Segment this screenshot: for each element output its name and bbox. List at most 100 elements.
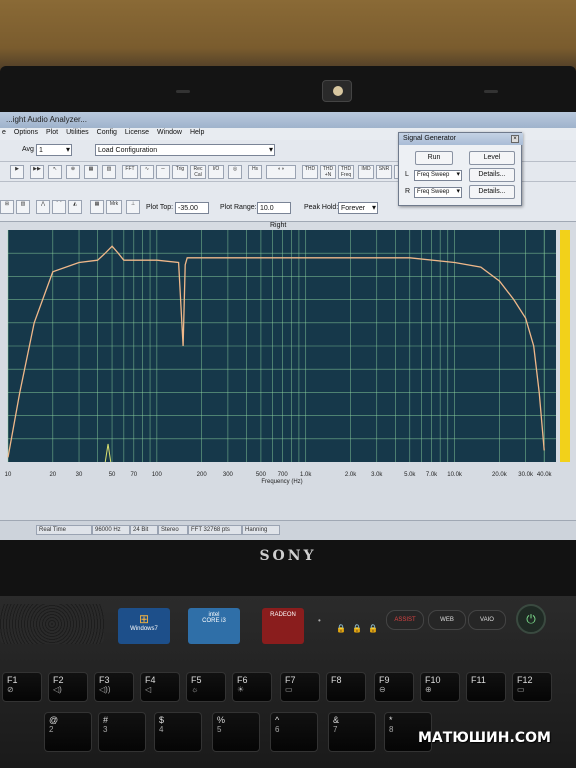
assist-button[interactable]: ASSIST (386, 610, 424, 630)
right-details-button[interactable]: Details... (469, 185, 515, 199)
menu-item-utilities[interactable]: Utilities (66, 129, 89, 139)
zoom-icon[interactable]: ⊕ (66, 165, 80, 179)
menu-item-help[interactable]: Help (190, 129, 204, 139)
zoom-out-icon: ⊖ (379, 685, 386, 694)
key-f8[interactable]: F8 (326, 672, 366, 702)
forward-icon[interactable]: ▶▶ (30, 165, 44, 179)
bars-icon[interactable]: ▥ (102, 165, 116, 179)
io-button[interactable]: I/O (208, 165, 224, 179)
thd-freq-button[interactable]: THD Freq (338, 165, 354, 179)
key-f7[interactable]: F7 ▭ (280, 672, 320, 702)
menu-item[interactable]: e (2, 129, 6, 139)
key-label: F11 (471, 675, 486, 685)
x-tick-label: 500 (256, 472, 267, 478)
x-tick-label: 50 (109, 472, 116, 478)
speaker-grille (0, 604, 104, 644)
mrk-button[interactable]: Mrk (106, 200, 122, 214)
key-label: 2 (49, 725, 54, 734)
trig-button[interactable]: Trig (172, 165, 188, 179)
x-tick-label: 10.0k (447, 472, 463, 478)
plot-range-input[interactable]: 10.0 (257, 202, 291, 214)
spectrum-plot[interactable]: 10 20 30 50 70 100 200 300 500 700 1.0k 2.0k 3.0k 5.0… (0, 230, 576, 520)
key-f2[interactable]: F2 ◁) (48, 672, 88, 702)
config-select[interactable]: Load Configuration (95, 144, 275, 156)
thd-button[interactable]: THD (302, 165, 318, 179)
thd-n-button[interactable]: THD +N (320, 165, 336, 179)
status-bar: Real Time 96000 Hz 24 Bit Stereo FFT 327… (0, 520, 576, 540)
key-f12[interactable]: F12 ▭ (512, 672, 552, 702)
cursor-icon[interactable]: ↖ (48, 165, 62, 179)
grid-icon[interactable]: ▦ (84, 165, 98, 179)
key-5[interactable]: % 5 (212, 712, 260, 752)
key-label: 5 (217, 725, 222, 734)
spectrum-icon[interactable]: ⋀ (36, 200, 50, 214)
watermark: МАТЮШИН.COM (418, 730, 551, 746)
key-f11[interactable]: F11 (466, 672, 506, 702)
key-f6[interactable]: F6 ☀ (232, 672, 272, 702)
avg-select[interactable]: 1 (36, 144, 72, 156)
table-icon[interactable]: ▦ (90, 200, 104, 214)
key-2[interactable]: @2 (44, 712, 92, 752)
key-label: F6 (237, 675, 248, 685)
signal-generator-dialog: Signal Generator × Run Level L Freq Swee… (398, 132, 523, 206)
wave-icon[interactable]: ∼ (156, 165, 170, 179)
key-f9[interactable]: F9 ⊖ (374, 672, 414, 702)
left-mode-select[interactable]: Freq Sweep (414, 170, 462, 181)
windows-sticker-label: Windows7 (130, 626, 158, 632)
webcam-icon (322, 80, 352, 102)
curve-icon[interactable]: ⌒ (52, 200, 66, 214)
marker-icon[interactable]: ⊥ (126, 200, 140, 214)
imd-button[interactable]: IMD (358, 165, 374, 179)
key-label: F4 (145, 675, 156, 685)
key-f10[interactable]: F10 ⊕ (420, 672, 460, 702)
close-icon[interactable]: × (511, 135, 519, 143)
circle-icon[interactable]: ◎ (228, 165, 242, 179)
key-label: F1 (7, 675, 18, 685)
key-label: F9 (379, 675, 390, 685)
x-tick-label: 30 (76, 472, 83, 478)
menu-item-license[interactable]: License (125, 129, 149, 139)
plot-title: Right (270, 222, 287, 229)
plot-top-input[interactable]: -35.00 (175, 202, 209, 214)
key-f3[interactable]: F3 ◁)) (94, 672, 134, 702)
bezel-sensor (484, 90, 498, 93)
x-tick-label: 700 (278, 472, 289, 478)
menu-item-config[interactable]: Config (97, 129, 117, 139)
left-details-button[interactable]: Details... (469, 168, 515, 182)
level-button[interactable]: Level (469, 151, 515, 165)
key-f1[interactable]: F1 ⊘ (2, 672, 42, 702)
power-icon[interactable]: ⏻ (516, 604, 546, 634)
rec-cal-button[interactable]: Rec Cal (190, 165, 206, 179)
key-label: F7 (285, 675, 296, 685)
bars-icon[interactable]: ▥ (16, 200, 30, 214)
key-label: 7 (333, 725, 338, 734)
menu-item-options[interactable]: Options (14, 129, 38, 139)
snr-button[interactable]: SNR (376, 165, 392, 179)
web-button[interactable]: WEB (428, 610, 466, 630)
x-tick-label: 1.0k (300, 472, 312, 478)
waveform-icon[interactable]: ∿ (140, 165, 154, 179)
right-mode-select[interactable]: Freq Sweep (414, 187, 462, 198)
x-tick-label: 2.0k (345, 472, 357, 478)
peak-hold-select[interactable]: Forever (338, 202, 378, 214)
play-icon[interactable]: ▶ (10, 165, 24, 179)
hs-button[interactable]: Hs (248, 165, 262, 179)
key-label: F8 (331, 675, 342, 685)
x-axis-label: Frequency (Hz) (261, 479, 302, 485)
menu-item-plot[interactable]: Plot (46, 129, 58, 139)
key-f4[interactable]: F4 ◁ (140, 672, 180, 702)
axis-icon[interactable]: ⊞ (0, 200, 14, 214)
generator-icon[interactable]: ◐◑ (266, 165, 296, 179)
x-tick-label: 20.0k (492, 472, 508, 478)
key-4[interactable]: $4 (154, 712, 202, 752)
key-6[interactable]: ^ 6 (270, 712, 318, 752)
fft-button[interactable]: FFT (122, 165, 138, 179)
key-f5[interactable]: F5 ☼ (186, 672, 226, 702)
area-icon[interactable]: ◭ (68, 200, 82, 214)
key-7[interactable]: & 7 (328, 712, 376, 752)
vaio-button[interactable]: VAIO (468, 610, 506, 630)
left-channel-label: L (405, 171, 409, 178)
key-3[interactable]: #3 (98, 712, 146, 752)
run-button[interactable]: Run (415, 151, 453, 165)
menu-item-window[interactable]: Window (157, 129, 182, 139)
